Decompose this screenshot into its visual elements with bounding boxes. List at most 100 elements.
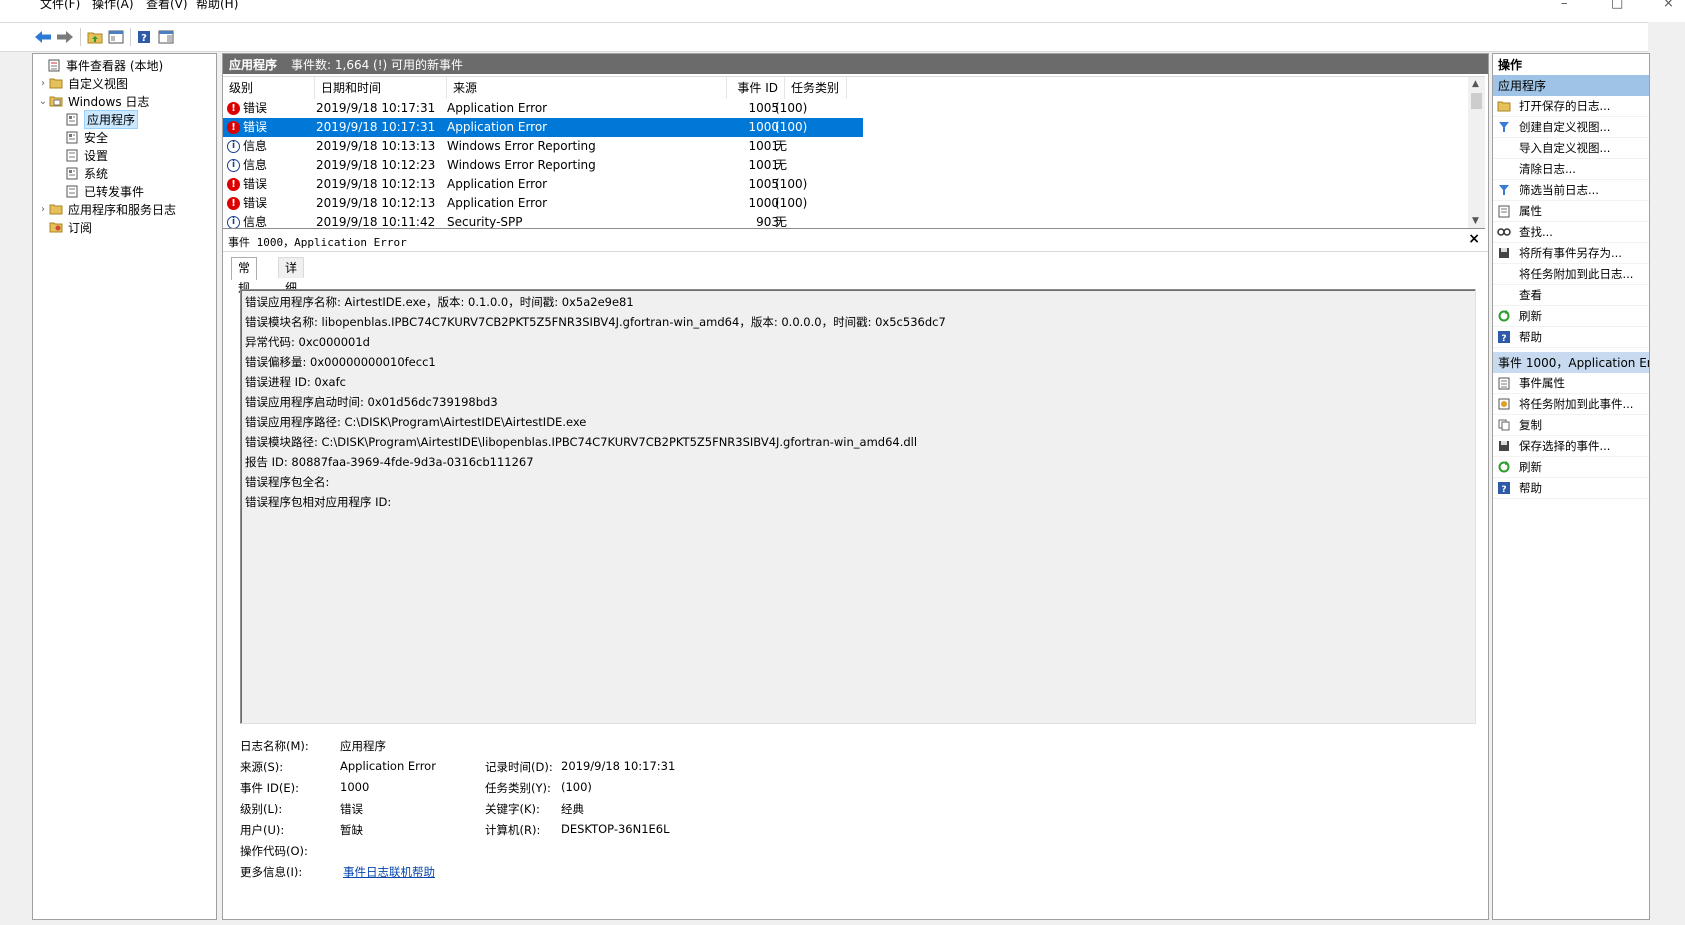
chevron-right-icon[interactable]: › [37, 204, 49, 215]
menu-file[interactable]: 文件(F) [40, 0, 80, 11]
action-label: 创建自定义视图... [1519, 120, 1611, 134]
error-icon: ! [227, 121, 240, 134]
tree-windows-logs[interactable]: ⌄ Windows 日志 [37, 92, 150, 110]
application-action-item[interactable]: 打开保存的日志... [1493, 96, 1649, 117]
online-help-link[interactable]: 事件日志联机帮助 [343, 864, 435, 880]
maximize-button[interactable]: □ [1611, 0, 1623, 11]
save-icon [1497, 246, 1511, 260]
folder-icon [49, 76, 63, 90]
event-list-scrollbar[interactable]: ▲ ▼ [1468, 77, 1485, 228]
description-line: 错误应用程序名称: AirtestIDE.exe，版本: 0.1.0.0，时间戳… [245, 295, 634, 309]
column-header-level[interactable]: 级别 [223, 77, 315, 99]
tree-log-setup[interactable]: 设置 [53, 146, 108, 164]
column-header-datetime[interactable]: 日期和时间 [315, 77, 447, 99]
tree-app-service-logs[interactable]: › 应用程序和服务日志 [37, 200, 176, 218]
column-header-source[interactable]: 来源 [447, 77, 727, 99]
row-level: 错误 [243, 177, 268, 191]
event-description[interactable]: 错误应用程序名称: AirtestIDE.exe，版本: 0.1.0.0，时间戳… [240, 289, 1476, 724]
event-list[interactable]: 级别 日期和时间 来源 事件 ID 任务类别 ! 错误 2019/9/18 10:1… [223, 76, 1485, 229]
close-window-button[interactable]: × [1663, 0, 1674, 11]
event-action-item[interactable]: ? 帮助 [1493, 478, 1649, 499]
application-action-item[interactable]: 导入自定义视图... [1493, 138, 1649, 159]
application-action-item[interactable]: 查看 [1493, 285, 1649, 306]
table-row[interactable]: i 信息 2019/9/18 10:12:23 Windows Error Repor… [223, 156, 863, 175]
action-label: 打开保存的日志... [1519, 99, 1611, 113]
application-action-item[interactable]: 将任务附加到此日志... [1493, 264, 1649, 285]
show-hide-action-pane-button[interactable] [156, 27, 176, 47]
tab-details[interactable]: 详细信息 [278, 257, 305, 335]
chevron-down-icon[interactable]: ⌄ [37, 96, 49, 107]
description-line: 错误模块路径: C:\DISK\Program\AirtestIDE\libop… [245, 435, 918, 449]
up-folder-button[interactable] [85, 27, 105, 47]
application-action-item[interactable]: 刷新 [1493, 306, 1649, 327]
tab-general[interactable]: 常规 [231, 257, 258, 295]
menu-help[interactable]: 帮助(H) [196, 0, 238, 11]
column-header-task-category[interactable]: 任务类别 [785, 77, 847, 99]
actions-section-event[interactable]: 事件 1000，Application Error [1493, 352, 1649, 373]
action-label: 将任务附加到此日志... [1519, 267, 1634, 281]
attach-task-icon [1497, 397, 1511, 411]
application-action-item[interactable]: ? 帮助 [1493, 327, 1649, 348]
scroll-thumb[interactable] [1471, 93, 1482, 109]
log-header: 应用程序 事件数: 1,664 (!) 可用的新事件 [223, 54, 1488, 74]
back-button[interactable] [33, 27, 53, 47]
action-label: 清除日志... [1519, 162, 1576, 176]
tree-log-forwarded[interactable]: 已转发事件 [53, 182, 144, 200]
level-label: 级别(L): [240, 802, 283, 816]
application-action-item[interactable]: 查找... [1493, 222, 1649, 243]
event-action-item[interactable]: 保存选择的事件... [1493, 436, 1649, 457]
tree-log-system[interactable]: 系统 [53, 164, 108, 182]
event-id-value: 1000 [340, 780, 370, 794]
show-hide-tree-button[interactable] [106, 27, 126, 47]
help-icon: ? [1497, 330, 1511, 344]
forward-button[interactable] [55, 27, 75, 47]
application-action-item[interactable]: 创建自定义视图... [1493, 117, 1649, 138]
help-button[interactable]: ? [134, 27, 154, 47]
row-icon-cell: ! [227, 197, 240, 210]
tree-root[interactable]: 事件查看器 (本地) [35, 56, 163, 74]
minimize-button[interactable]: – [1561, 0, 1568, 11]
chevron-right-icon[interactable]: › [37, 78, 49, 89]
event-action-item[interactable]: 复制 [1493, 415, 1649, 436]
actions-section-application[interactable]: 应用程序 [1493, 75, 1649, 96]
tree-custom-views[interactable]: › 自定义视图 [37, 74, 128, 92]
column-header-event-id[interactable]: 事件 ID [727, 77, 785, 99]
event-action-item[interactable]: 事件属性 [1493, 373, 1649, 394]
tree-log-application[interactable]: 应用程序 [53, 109, 139, 129]
event-detail-title: 事件 1000，Application Error [228, 236, 407, 249]
table-row[interactable]: i 信息 2019/9/18 10:13:13 Windows Error Repor… [223, 137, 863, 156]
row-datetime: 2019/9/18 10:12:23 [316, 158, 436, 172]
row-icon-cell: ! [227, 178, 240, 191]
description-line: 错误进程 ID: 0xafc [245, 375, 346, 389]
application-action-item[interactable]: 属性 [1493, 201, 1649, 222]
row-level: 信息 [243, 215, 268, 229]
table-row[interactable]: ! 错误 2019/9/18 10:17:31 Application Error 10… [223, 99, 863, 118]
event-action-item[interactable]: 将任务附加到此事件... [1493, 394, 1649, 415]
tree-subscriptions[interactable]: 订阅 [37, 218, 92, 236]
application-action-item[interactable]: 将所有事件另存为... [1493, 243, 1649, 264]
event-action-item[interactable]: 刷新 [1493, 457, 1649, 478]
table-row[interactable]: ! 错误 2019/9/18 10:12:13 Application Error 10… [223, 175, 863, 194]
computer-value: DESKTOP-36N1E6L [561, 822, 670, 836]
close-detail-button[interactable]: × [1468, 231, 1480, 247]
action-label: 刷新 [1519, 309, 1542, 323]
table-row[interactable]: ! 错误 2019/9/18 10:17:31 Application Error 10… [223, 118, 863, 137]
table-row[interactable]: ! 错误 2019/9/18 10:12:13 Application Error 10… [223, 194, 863, 213]
application-action-item[interactable]: 清除日志... [1493, 159, 1649, 180]
row-source: Application Error [447, 101, 548, 115]
description-line: 错误应用程序启动时间: 0x01d56dc739198bd3 [245, 395, 498, 409]
row-icon-cell: i [227, 159, 240, 172]
row-level: 信息 [243, 139, 268, 153]
menu-view[interactable]: 查看(V) [146, 0, 188, 11]
scroll-up-icon[interactable]: ▲ [1472, 79, 1479, 89]
tree-log-security[interactable]: 安全 [53, 128, 108, 146]
user-value: 暂缺 [340, 823, 363, 837]
row-task: 无 [775, 215, 788, 229]
menu-action[interactable]: 操作(A) [92, 0, 134, 11]
application-action-item[interactable]: 筛选当前日志... [1493, 180, 1649, 201]
folder-open-icon [49, 94, 63, 108]
svg-text:?: ? [1501, 485, 1506, 494]
toolbar-separator [130, 28, 131, 46]
scroll-down-icon[interactable]: ▼ [1472, 216, 1479, 226]
table-row[interactable]: i 信息 2019/9/18 10:11:42 Security-SPP 903 无 [223, 213, 863, 229]
